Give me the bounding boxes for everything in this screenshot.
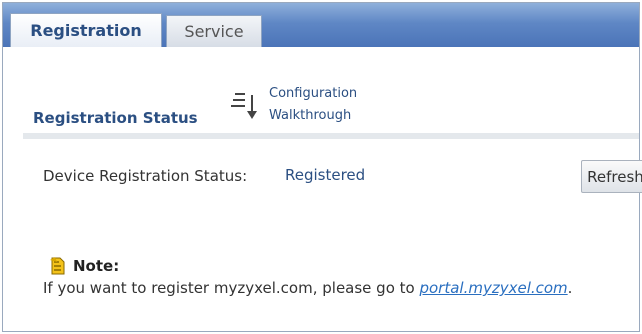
note-icon [50, 257, 65, 275]
tab-service-label: Service [184, 22, 244, 41]
walkthrough-line1: Configuration [269, 86, 358, 101]
note-text: If you want to register myzyxel.com, ple… [43, 279, 572, 297]
walkthrough-line2: Walkthrough [269, 108, 352, 123]
section-title: Registration Status [33, 109, 198, 127]
device-registration-label: Device Registration Status: [43, 167, 248, 185]
note-text-after: . [567, 279, 573, 297]
tab-registration[interactable]: Registration [10, 13, 162, 47]
portal-link[interactable]: portal.myzyxel.com [419, 279, 567, 297]
tab-bar: Registration Service [3, 3, 639, 47]
tab-service[interactable]: Service [166, 15, 262, 47]
tab-registration-label: Registration [30, 21, 142, 40]
section-divider [23, 133, 639, 139]
configuration-walkthrough-link[interactable]: Configuration Walkthrough [269, 83, 357, 127]
note-text-before: If you want to register myzyxel.com, ple… [43, 279, 420, 297]
registration-panel: Registration Service Registration Status… [2, 2, 642, 332]
refresh-button[interactable]: Refresh [581, 160, 642, 193]
walkthrough-icon[interactable] [229, 89, 259, 123]
device-registration-value: Registered [285, 166, 366, 184]
note-label: Note: [73, 257, 120, 275]
